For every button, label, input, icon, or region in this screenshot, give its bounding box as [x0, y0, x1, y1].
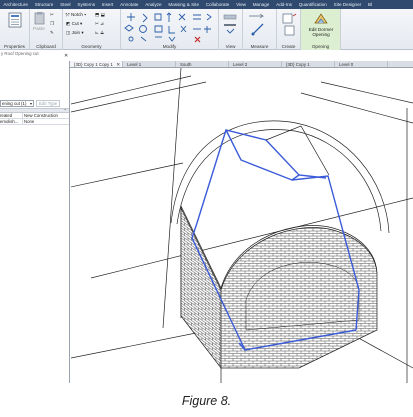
3d-view-canvas[interactable] [71, 68, 413, 383]
copy-clip-icon[interactable]: ❐ [50, 21, 54, 27]
view-tab-label: South [180, 62, 192, 67]
type-selector[interactable]: ening cut (1) [0, 99, 34, 107]
join-button[interactable]: ◫ Join ▾ [66, 30, 84, 36]
view-tab-label: {3D} Copy 1 Copy 1 [74, 62, 113, 67]
view-group-label: View [225, 44, 236, 49]
close-tab-icon[interactable]: ✕ [116, 61, 120, 67]
tab-view[interactable]: View [233, 0, 250, 9]
measure-group: Measure [243, 9, 277, 50]
type-selector-row: ening cut (1) Edit Type [0, 99, 69, 107]
modify-group-label: Modify [162, 44, 177, 49]
ribbon-tab-bar: Architecture Structure Steel Systems Ins… [0, 0, 413, 9]
tab-structure[interactable]: Structure [31, 0, 56, 9]
cut-clip-icon[interactable]: ✂ [50, 12, 54, 18]
context-strip: y Roof Opening cut ✕ [0, 50, 413, 61]
view-tools-icon[interactable] [219, 12, 243, 42]
tab-architecture[interactable]: Architecture [0, 0, 31, 9]
view-tab-label: Level 1 [127, 62, 142, 67]
view-tab-label: Level 0 [339, 62, 354, 67]
context-label: y Roof Opening cut [1, 51, 39, 56]
view-tab-level-0[interactable]: Level 0 [335, 61, 388, 67]
tab-collaborate[interactable]: Collaborate [202, 0, 232, 9]
view-tab-label: {3D} Copy 1 [286, 62, 310, 67]
measure-tools-icon[interactable] [243, 12, 277, 42]
geometry-tool-c-icon[interactable]: ⊾ ⟁ [95, 30, 104, 36]
close-panel-icon[interactable]: ✕ [64, 53, 68, 59]
tab-quantification[interactable]: Quantification [295, 0, 330, 9]
property-value: New Construction [24, 113, 58, 118]
view-tab-level-1[interactable]: Level 1 [123, 61, 176, 67]
edit-dormer-label: Edit Dormer Opening [308, 27, 334, 37]
modify-tools-icon[interactable] [121, 11, 219, 43]
geometry-group: ⤱ Notch ▾ ◩ Cut ▾ ◫ Join ▾ ⬒ ⬓ ✂ ⊿ ⊾ ⟁ G… [63, 9, 121, 50]
properties-group: Properties [0, 9, 30, 50]
tab-insert[interactable]: Insert [98, 0, 116, 9]
properties-button[interactable] [8, 12, 22, 28]
tab-manage[interactable]: Manage [249, 0, 272, 9]
properties-icon [8, 12, 22, 28]
tab-add-ins[interactable]: Add-Ins [273, 0, 296, 9]
modify-group: Modify [121, 9, 219, 50]
paste-icon [34, 12, 45, 25]
edit-dormer-icon [314, 13, 328, 24]
view-tab-south[interactable]: South [176, 61, 229, 67]
notch-icon: ⤱ [66, 12, 70, 17]
measure-group-label: Measure [250, 44, 269, 49]
tab-overflow[interactable]: Bl [365, 0, 376, 9]
tab-steel[interactable]: Steel [57, 0, 74, 9]
property-row[interactable]: emolish... None [0, 119, 69, 125]
tab-analyze[interactable]: Analyze [142, 0, 165, 9]
opening-group-label: Opening [311, 44, 330, 49]
create-group: Create [277, 9, 301, 50]
paste-button[interactable] [33, 11, 47, 25]
view-tab-label: Level 2 [233, 62, 248, 67]
opening-group: Edit Dormer Opening Opening [301, 9, 341, 50]
tab-massing-site[interactable]: Massing & Site [165, 0, 202, 9]
create-tools-icon[interactable] [277, 12, 301, 42]
view-tab-level-2[interactable]: Level 2 [229, 61, 282, 67]
tab-annotate[interactable]: Annotate [117, 0, 142, 9]
ribbon-panel: Properties Paste ✂ ❐ ✎ Clipboard ⤱ Notch… [0, 9, 413, 50]
cut-label: Cut [71, 21, 79, 26]
properties-panel: ening cut (1) Edit Type ⌃ reated New Con… [0, 61, 70, 383]
roof-dormer-model [71, 68, 413, 383]
edit-type-button[interactable]: Edit Type [36, 99, 61, 107]
property-key: reated [0, 113, 23, 118]
notch-button[interactable]: ⤱ Notch ▾ [66, 12, 86, 17]
clipboard-group-label: Clipboard [36, 44, 56, 49]
notch-label: Notch [70, 12, 83, 17]
clipboard-group: Paste ✂ ❐ ✎ Clipboard [30, 9, 63, 50]
match-properties-icon[interactable]: ✎ [50, 30, 54, 36]
cut-icon: ◩ [66, 21, 71, 26]
property-key: emolish... [0, 119, 23, 124]
geometry-tool-b-icon[interactable]: ✂ ⊿ [95, 21, 104, 27]
geometry-group-label: Geometry [81, 44, 102, 49]
geometry-tool-a-icon[interactable]: ⬒ ⬓ [95, 12, 105, 18]
view-tab-3d-copy[interactable]: {3D} Copy 1 [282, 61, 335, 67]
properties-section-header[interactable]: ⌃ [0, 108, 69, 113]
properties-group-label: Properties [4, 44, 25, 49]
collapse-icon: ⌃ [63, 108, 67, 113]
view-tab-3d-copy-copy[interactable]: {3D} Copy 1 Copy 1 ✕ [70, 61, 123, 67]
cut-button[interactable]: ◩ Cut ▾ [66, 21, 82, 27]
property-value: None [24, 119, 35, 124]
edit-dormer-button[interactable] [314, 11, 328, 25]
view-tab-bar: {3D} Copy 1 Copy 1 ✕ Level 1 South Level … [70, 61, 413, 68]
tab-site-designer[interactable]: Site Designer [330, 0, 364, 9]
tab-systems[interactable]: Systems [74, 0, 98, 9]
paste-label: Paste [33, 26, 45, 31]
create-group-label: Create [281, 44, 296, 49]
figure-caption: Figure 8. [181, 394, 232, 408]
view-group: View [219, 9, 243, 50]
join-icon: ◫ [66, 30, 71, 35]
join-label: Join [71, 30, 81, 35]
